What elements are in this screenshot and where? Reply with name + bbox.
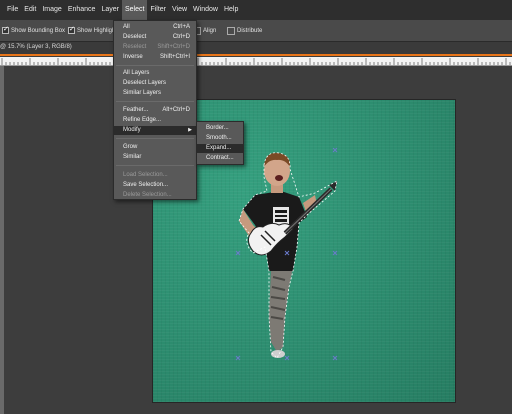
menu-item-load-selection: Load Selection... [123,172,168,178]
submenu-arrow-icon: ▶ [188,127,192,133]
menu-item-all-layers[interactable]: All Layers [114,69,196,78]
select-menu-dropdown: All Ctrl+A Deselect Ctrl+D Reselect Shift+C… [113,20,197,200]
menu-item-refine-edge[interactable]: Refine Edge... [114,116,196,125]
menu-separator [116,165,194,166]
menu-item-modify[interactable]: Modify ▶ [114,126,196,135]
menu-item-save-selection[interactable]: Save Selection... [114,181,196,190]
menu-item-reselect: Reselect Shift+Ctrl+D [123,44,190,50]
submenu-item-smooth[interactable]: Smooth... [197,134,243,143]
menu-item-similar[interactable]: Similar [114,153,196,162]
menu-item-deselect[interactable]: Deselect Ctrl+D [114,33,196,42]
modify-submenu: Border... Smooth... Expand... Contract..… [196,121,244,165]
menu-separator [116,138,194,139]
submenu-item-border[interactable]: Border... [197,124,243,133]
submenu-item-contract[interactable]: Contract... [197,154,243,163]
menu-item-deselect-layers[interactable]: Deselect Layers [114,79,196,88]
menu-separator [116,101,194,102]
menu-item-delete-selection: Delete Selection... [123,192,172,198]
submenu-item-expand[interactable]: Expand... [197,144,243,153]
menu-item-grow[interactable]: Grow [114,143,196,152]
menu-separator [116,65,194,66]
menu-item-feather[interactable]: Feather... Alt+Ctrl+D [114,106,196,115]
menu-item-similar-layers[interactable]: Similar Layers [114,89,196,98]
bounding-box-handles [235,147,338,361]
menu-item-all[interactable]: All Ctrl+A [114,23,196,32]
menu-item-inverse[interactable]: Inverse Shift+Ctrl+I [114,53,196,62]
